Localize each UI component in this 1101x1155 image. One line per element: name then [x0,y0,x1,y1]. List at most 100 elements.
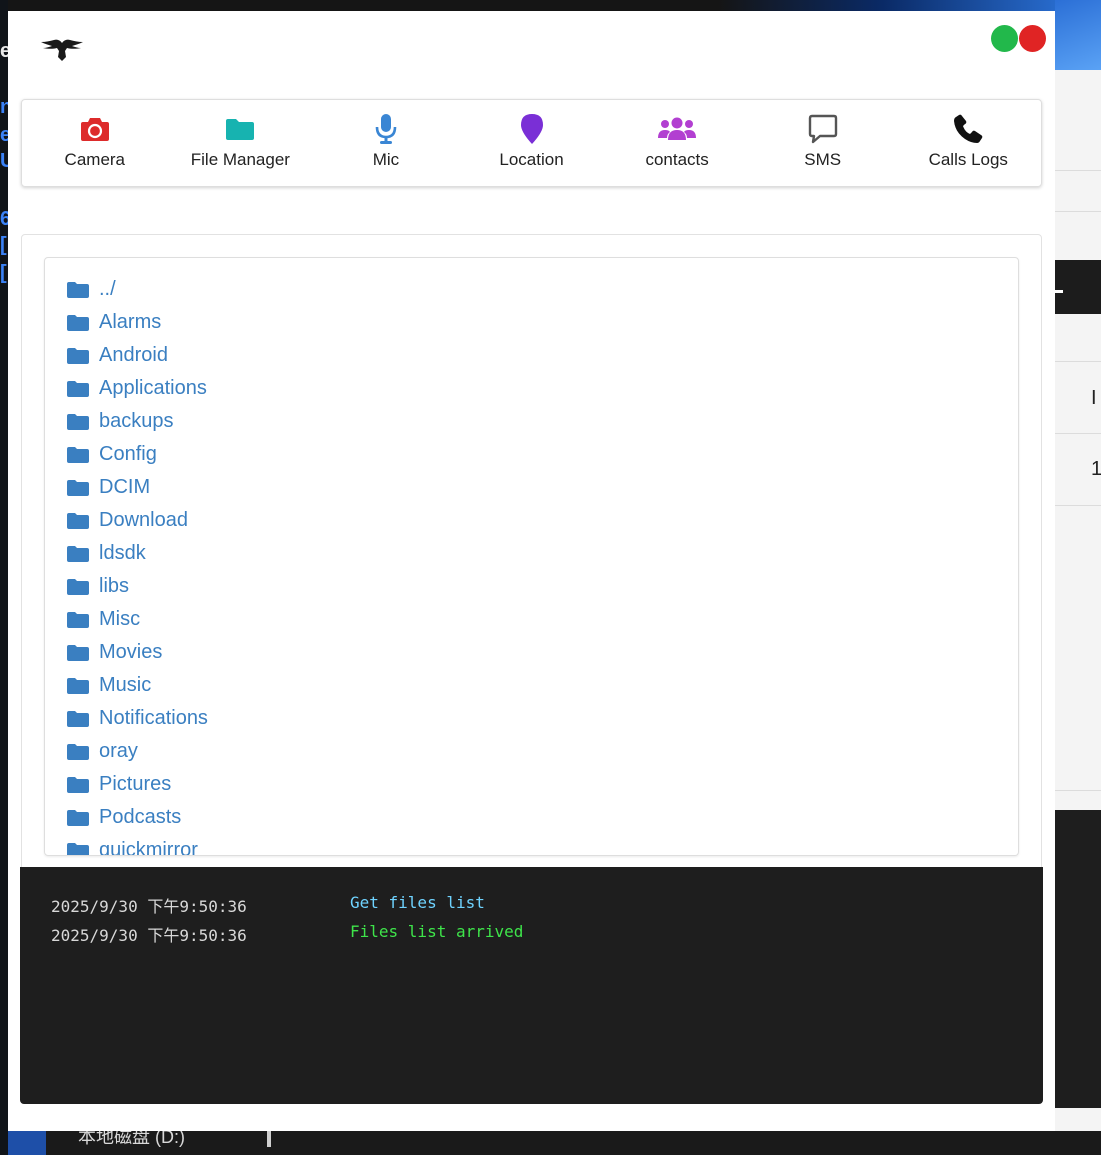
file-list-item[interactable]: Notifications [45,702,208,735]
background-glyph: [ [0,262,7,284]
file-manager-button[interactable]: File Manager [168,100,314,186]
folder-icon [67,479,89,496]
file-list-item[interactable]: Alarms [45,306,208,339]
background-glyph: [ [0,234,7,256]
background-wallpaper-corner [1055,0,1101,70]
folder-icon [67,578,89,595]
file-list-item[interactable]: Applications [45,372,208,405]
folder-icon [67,809,89,826]
background-window-edge: I 1 [1055,0,1101,1131]
file-list-box[interactable]: ../ Alarms Android Applications backups Confi… [44,257,1019,856]
file-list-item[interactable]: Movies [45,636,208,669]
log-message: Get files list [350,893,485,912]
comment-icon [808,114,837,144]
location-label: Location [499,150,564,169]
file-name: oray [99,740,138,762]
map-marker-icon [520,114,543,144]
folder-icon [67,743,89,760]
divider [1055,361,1101,362]
location-button[interactable]: Location [459,100,605,186]
folder-icon [67,677,89,694]
folder-icon [67,281,89,298]
file-name: Applications [99,377,207,399]
file-name: DCIM [99,476,151,498]
log-timestamp: 2025/9/30 下午9:50:36 [51,897,247,916]
status-red-dot[interactable] [1019,25,1046,52]
microphone-icon [375,114,397,144]
file-list-item[interactable]: Download [45,504,208,537]
background-row-text: 1 [1091,458,1101,480]
file-manager-label: File Manager [190,150,290,169]
log-message: Files list arrived [350,922,524,941]
sms-button[interactable]: SMS [750,100,896,186]
file-list-item[interactable]: Config [45,438,208,471]
camera-label: Camera [64,150,126,169]
file-list-item[interactable]: ../ [45,273,208,306]
file-list-item[interactable]: libs [45,570,208,603]
folder-icon [67,776,89,793]
mic-button[interactable]: Mic [313,100,459,186]
log-console: 2025/9/30 下午9:50:36 Get files list 2025/… [20,867,1043,1104]
camera-icon [80,118,109,141]
divider [1055,505,1101,506]
file-name: ../ [99,278,116,300]
contacts-button[interactable]: contacts [604,100,750,186]
file-name: libs [99,575,130,597]
file-name: backups [99,410,174,432]
background-dark-bar [1055,260,1101,314]
background-title-strip [8,0,1101,11]
camera-button[interactable]: Camera [22,100,168,186]
file-list-item[interactable]: backups [45,405,208,438]
folder-icon [67,446,89,463]
feature-toolbar: Camera File Manager Mic Location contact… [21,99,1042,187]
divider [1055,211,1101,212]
file-list-item[interactable]: Pictures [45,768,208,801]
folder-icon [67,380,89,397]
eagle-logo-icon [41,39,83,61]
file-name: Download [99,509,188,531]
log-line: 2025/9/30 下午9:50:36 Get files list [51,893,485,917]
file-list-item[interactable]: quickmirror [45,834,208,856]
file-name: Notifications [99,707,208,729]
background-taskbar-accent [8,1131,46,1155]
background-terminal-edge: e n e U 6 [ [ [0,0,14,1155]
users-icon [658,117,697,140]
file-name: Pictures [99,773,172,795]
background-taskbar: 本地磁盘 (D:) [8,1127,1101,1155]
divider [1055,790,1101,791]
status-green-dot[interactable] [991,25,1018,52]
folder-icon [67,413,89,430]
file-list-item[interactable]: Android [45,339,208,372]
file-list-item[interactable]: Music [45,669,208,702]
background-dark-panel [1055,810,1101,1108]
folder-icon [226,119,255,140]
sms-label: SMS [804,150,842,169]
divider [1055,433,1101,434]
folder-icon [67,314,89,331]
file-panel: ../ Alarms Android Applications backups Confi… [21,234,1042,876]
file-list-item[interactable]: Podcasts [45,801,208,834]
file-name: quickmirror [99,839,198,856]
phone-icon [954,114,983,143]
file-name: Config [99,443,157,465]
file-name: Movies [99,641,163,663]
file-name: Misc [99,608,141,630]
file-list-item[interactable]: Misc [45,603,208,636]
log-timestamp: 2025/9/30 下午9:50:36 [51,926,247,945]
file-list-item[interactable]: DCIM [45,471,208,504]
folder-icon [67,644,89,661]
divider [1055,170,1101,171]
file-name: ldsdk [99,542,146,564]
mic-label: Mic [372,150,400,169]
file-name: Android [99,344,168,366]
file-list-item[interactable]: ldsdk [45,537,208,570]
contacts-label: contacts [645,150,709,169]
folder-icon [67,512,89,529]
file-list-item[interactable]: oray [45,735,208,768]
file-manager-window: Camera File Manager Mic Location contact… [8,11,1055,1131]
folder-icon [67,611,89,628]
background-header-text: I [1091,387,1097,409]
calls-logs-button[interactable]: Calls Logs [895,100,1041,186]
folder-icon [67,347,89,364]
log-line: 2025/9/30 下午9:50:36 Files list arrived [51,922,523,946]
